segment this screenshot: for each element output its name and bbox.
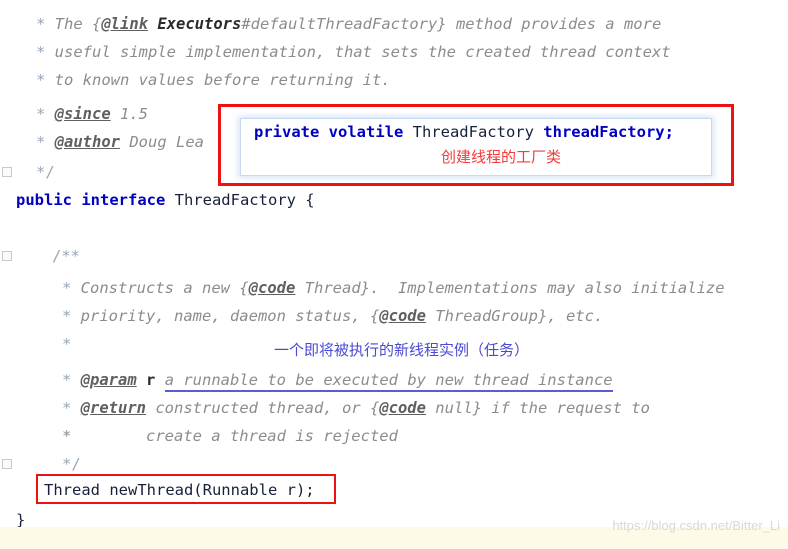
code-token: useful simple implementation, that sets … [54,43,671,61]
code-fold-marker-icon[interactable] [0,451,14,479]
gutter-spacer [0,187,14,215]
field-declaration-callout-box: private volatile ThreadFactory threadFac… [218,104,734,186]
gutter-spacer [0,367,14,395]
code-line: /** [0,242,788,270]
gutter-spacer [0,129,14,157]
code-token: @author [54,133,120,151]
code-token: @code [248,279,296,297]
code-token: @code [379,307,426,325]
field-keywords: private volatile [254,123,404,141]
gutter-spacer [0,303,14,331]
field-name: threadFactory; [543,123,674,141]
code-line: * The {@link Executors#defaultThreadFact… [0,10,788,38]
field-declaration-panel: private volatile ThreadFactory threadFac… [240,118,712,176]
code-token: r [136,371,156,389]
code-token: Executors [148,15,242,33]
gutter-spacer [0,331,14,359]
code-line: * Constructs a new {@code Thread}. Imple… [0,274,788,302]
fold-square-icon [2,251,12,261]
fold-square-icon [2,459,12,469]
method-signature-callout-box: Thread newThread(Runnable r); [36,474,336,504]
gutter-spacer [0,395,14,423]
gutter-spacer [0,11,14,39]
code-token: * [36,15,55,33]
code-token: */ [62,455,81,473]
gutter-spacer [0,67,14,95]
param-annotation-chinese: 一个即将被执行的新线程实例（任务） [274,341,530,359]
code-line: * create a thread is rejected [0,422,788,450]
code-token: * [36,133,55,151]
code-line: public interface ThreadFactory { [0,186,788,214]
code-line: * to known values before returning it. [0,66,788,94]
code-token: public interface [16,191,166,209]
gutter-spacer [0,423,14,451]
code-fold-marker-icon[interactable] [0,243,14,271]
field-annotation-chinese: 创建线程的工厂类 [441,148,562,166]
field-declaration-code: private volatile ThreadFactory threadFac… [254,123,674,141]
code-line: * useful simple implementation, that set… [0,38,788,66]
code-token: * [36,43,55,61]
code-token: * create a thread is rejected [62,427,398,445]
code-token: Constructs a new { [80,279,249,297]
code-token: The { [54,15,102,33]
code-token: ThreadGroup}, etc. [425,307,604,325]
code-token: * [62,335,72,353]
code-token: * [36,71,55,89]
code-token: a runnable to be executed by new thread … [164,371,613,392]
field-type: ThreadFactory [403,123,544,141]
watermark-url: https://blog.csdn.net/Bitter_Li [612,518,780,533]
code-token: Doug Lea [120,133,204,151]
code-token: constructed thread, or { [146,399,380,417]
code-token: /** [52,247,80,265]
code-line: * @return constructed thread, or {@code … [0,394,788,422]
code-token: priority, name, daemon status, { [80,307,380,325]
code-token: * [62,399,81,417]
code-line: * @param r a runnable to be executed by … [0,366,788,394]
code-token: * [62,307,81,325]
code-token: */ [36,163,55,181]
code-token: @param [80,371,137,389]
code-token: * [36,105,55,123]
code-token: #defaultThreadFactory} method provides a… [241,15,662,33]
code-token: 1.5 [110,105,148,123]
gutter-spacer [0,101,14,129]
code-token: @return [80,399,146,417]
gutter-spacer [0,275,14,303]
code-token: @since [54,105,111,123]
code-token: to known values before returning it. [54,71,391,89]
code-token: * [62,279,81,297]
fold-square-icon [2,167,12,177]
code-token: * [62,371,81,389]
code-fold-marker-icon[interactable] [0,159,14,187]
gutter-spacer [0,39,14,67]
code-line: * priority, name, daemon status, {@code … [0,302,788,330]
code-token: Thread}. Implementations may also initia… [295,279,725,297]
code-editor-canvas[interactable]: * The {@link Executors#defaultThreadFact… [0,0,788,549]
method-signature-code: Thread newThread(Runnable r); [44,481,315,499]
code-token: ThreadFactory { [165,191,315,209]
code-token: @code [379,399,426,417]
code-token: null} if the request to [425,399,650,417]
code-token: @link [101,15,149,33]
